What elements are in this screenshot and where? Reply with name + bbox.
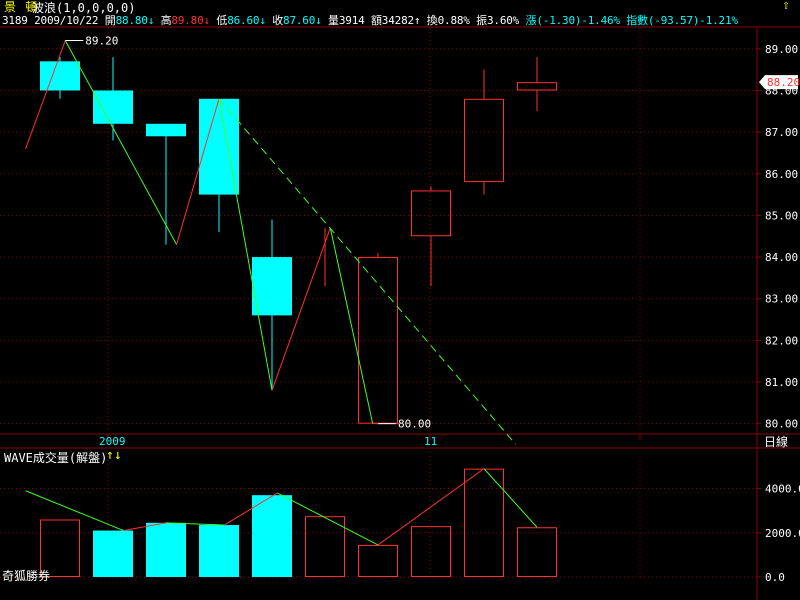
price-tick-label: 80.00 xyxy=(765,418,798,431)
indicator-label[interactable]: 波浪(1,0,0,0,0) xyxy=(32,1,135,15)
price-tick-label: 89.00 xyxy=(765,43,798,56)
price-tick-label: 83.00 xyxy=(765,293,798,306)
volume-bar xyxy=(517,527,557,577)
candle-body xyxy=(93,90,133,124)
price-tick-label: 86.00 xyxy=(765,168,798,181)
price-tick-label: 82.00 xyxy=(765,334,798,347)
date-label: 2009 xyxy=(99,435,126,448)
period-label: 日線 xyxy=(764,434,788,449)
open-value: 88.80 xyxy=(115,14,148,27)
close-value: 87.60 xyxy=(283,14,316,27)
amount-label: 額 xyxy=(370,14,382,27)
volume-wave-segment xyxy=(483,468,538,528)
low-label: 低 xyxy=(216,14,228,27)
volume-bar xyxy=(358,544,398,577)
candle-body xyxy=(517,82,557,91)
candlestick-series xyxy=(40,57,557,424)
index-label: 指數 xyxy=(626,14,648,27)
volume-indicator-title[interactable]: WAVE成交量(解盤) xyxy=(4,451,107,465)
current-price-label: 88.20 xyxy=(767,76,800,89)
scroll-up-icon[interactable]: ⇧ xyxy=(782,0,790,13)
candle-body xyxy=(146,123,186,137)
candle-body xyxy=(464,98,504,183)
open-label: 開 xyxy=(104,14,116,27)
volume-wave-segment xyxy=(377,468,485,546)
stock-chart[interactable]: 89.2080.00 89.0088.0087.0086.0085.0084.0… xyxy=(0,0,800,600)
code-date: 3189 2009/10/22 xyxy=(2,14,99,27)
low-value: 86.60 xyxy=(227,14,260,27)
up-arrow-icon: ↑ xyxy=(413,14,421,27)
price-tick-label: 85.00 xyxy=(765,209,798,222)
volume-bar xyxy=(252,495,292,577)
turnover-value: 0.88% xyxy=(437,14,470,27)
price-tick-label: 87.00 xyxy=(765,126,798,139)
volume-bar xyxy=(93,530,133,577)
down-arrow-icon: ↓ xyxy=(147,14,155,27)
candle xyxy=(411,186,451,287)
candle-body xyxy=(411,190,451,237)
volume-bar xyxy=(199,525,239,577)
turnover-label: 換 xyxy=(426,14,438,27)
candle-body xyxy=(252,257,292,316)
candle xyxy=(146,123,186,245)
amplitude-value: 3.60% xyxy=(486,14,520,27)
change-value: (-1.30)-1.46% xyxy=(536,14,620,27)
volume-value: 3914 xyxy=(338,14,365,27)
volume-tick-label: 2000.0 xyxy=(765,527,800,540)
extreme-label: 89.20 xyxy=(85,34,118,47)
down-arrow-icon: ↓ xyxy=(259,14,266,27)
wave-segment xyxy=(218,98,273,391)
extreme-label: 80.00 xyxy=(398,418,431,431)
volume-label: 量 xyxy=(328,14,339,27)
high-label: 高 xyxy=(160,14,172,27)
change-label: 漲 xyxy=(525,14,537,27)
wave-segment xyxy=(64,40,178,245)
volume-bar xyxy=(305,516,345,577)
high-value: 89.80 xyxy=(171,14,204,27)
amount-value: 34282 xyxy=(381,14,414,27)
volume-tick-label: 0.0 xyxy=(765,571,785,584)
volume-bar xyxy=(146,522,186,577)
date-label: 11 xyxy=(424,435,437,448)
down-arrow-icon: ↓ xyxy=(203,14,211,27)
price-tick-label: 84.00 xyxy=(765,251,798,264)
candle xyxy=(358,252,398,424)
candle-body xyxy=(40,61,80,91)
wave-segment xyxy=(25,40,66,149)
close-label: 收 xyxy=(272,14,284,27)
volume-bar xyxy=(411,526,451,578)
volume-wave-segment xyxy=(277,492,379,546)
volume-series xyxy=(25,468,557,578)
volume-tick-label: 4000.0 xyxy=(765,483,800,496)
candle xyxy=(199,98,239,233)
index-value: (-93.57)-1.21% xyxy=(647,14,738,27)
down-arrow-icon: ↓ xyxy=(315,14,322,27)
quote-info-bar: 3189 2009/10/22 開88.80↓ 高89.80↓ 低86.60↓ … xyxy=(2,14,738,28)
candle xyxy=(517,57,557,112)
broker-name: 奇狐勝券 xyxy=(2,569,51,583)
price-tick-label: 81.00 xyxy=(765,376,798,389)
amplitude-label: 振 xyxy=(476,14,487,27)
volume-arrows-icon: ↑↓ xyxy=(106,448,122,463)
candle xyxy=(252,219,292,391)
volume-bar xyxy=(464,468,504,577)
